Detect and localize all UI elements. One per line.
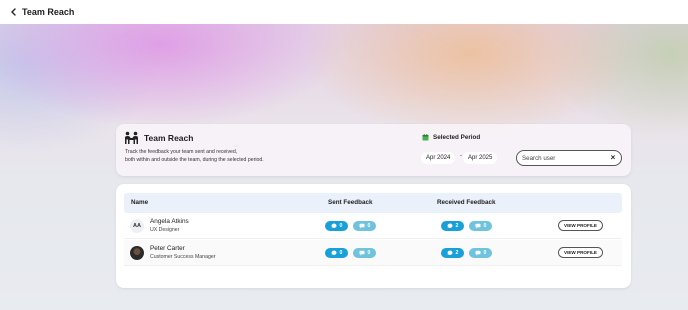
chip-count: 0	[339, 250, 343, 256]
back-button[interactable]	[4, 0, 22, 24]
sent-feedback-chip[interactable]: 0	[325, 248, 348, 258]
received-feedback-chip[interactable]: 0	[469, 248, 492, 258]
header-title: Team Reach	[144, 133, 194, 143]
view-profile-button[interactable]: VIEW PROFILE	[558, 247, 603, 258]
comment-icon	[359, 250, 365, 256]
search-input[interactable]	[522, 154, 606, 162]
calendar-icon	[422, 134, 429, 141]
header-description: Track the feedback your team sent and re…	[125, 149, 264, 164]
column-header-received: Received Feedback	[437, 199, 496, 206]
comment-icon	[475, 250, 481, 256]
user-name: Angela Atkins	[150, 218, 189, 225]
column-header-sent: Sent Feedback	[328, 199, 373, 206]
sent-feedback-chip[interactable]: 0	[353, 248, 376, 258]
chip-count: 0	[367, 250, 371, 256]
received-feedback-chip[interactable]: 2	[441, 248, 464, 258]
comment-icon	[447, 250, 453, 256]
table-row[interactable]: Peter Carter Customer Success Manager 0 …	[124, 240, 622, 266]
chip-count: 0	[483, 250, 487, 256]
page-title: Team Reach	[22, 7, 75, 17]
user-role: UX Designer	[150, 227, 180, 233]
avatar	[130, 246, 144, 260]
comment-icon	[475, 223, 481, 229]
user-role: Customer Success Manager	[150, 254, 216, 260]
comment-icon	[447, 223, 453, 229]
sent-feedback-chip[interactable]: 0	[353, 221, 376, 231]
chip-count: 0	[339, 223, 343, 229]
chip-count: 2	[455, 223, 459, 229]
team-reach-header-card: Team Reach Track the feedback your team …	[116, 124, 631, 176]
column-header-name: Name	[131, 199, 149, 206]
team-icon	[125, 131, 138, 144]
search-box: ×	[516, 150, 622, 166]
description-line: Track the feedback your team sent and re…	[125, 149, 238, 155]
selected-period-label: Selected Period	[433, 134, 481, 141]
table-header: Name Sent Feedback Received Feedback	[124, 193, 622, 213]
table-row[interactable]: AA Angela Atkins UX Designer 0 0 2 0 VIE…	[124, 213, 622, 239]
received-feedback-chip[interactable]: 0	[469, 221, 492, 231]
comment-icon	[359, 223, 365, 229]
sent-feedback-chip[interactable]: 0	[325, 221, 348, 231]
start-date-picker[interactable]: Apr 2024	[421, 152, 456, 164]
view-profile-button[interactable]: VIEW PROFILE	[558, 220, 603, 231]
comment-icon	[331, 223, 337, 229]
end-date-picker[interactable]: Apr 2025	[463, 152, 498, 164]
comment-icon	[331, 250, 337, 256]
chip-count: 2	[455, 250, 459, 256]
date-separator: -	[460, 153, 462, 159]
top-bar: Team Reach	[0, 0, 688, 24]
close-icon[interactable]: ×	[609, 154, 617, 162]
user-name: Peter Carter	[150, 245, 185, 252]
feedback-table-card: Name Sent Feedback Received Feedback AA …	[116, 184, 631, 288]
description-line: both within and outside the team, during…	[125, 156, 264, 163]
back-arrow-icon	[10, 8, 16, 16]
received-feedback-chip[interactable]: 2	[441, 221, 464, 231]
avatar: AA	[130, 219, 144, 233]
chip-count: 0	[367, 223, 371, 229]
chip-count: 0	[483, 223, 487, 229]
